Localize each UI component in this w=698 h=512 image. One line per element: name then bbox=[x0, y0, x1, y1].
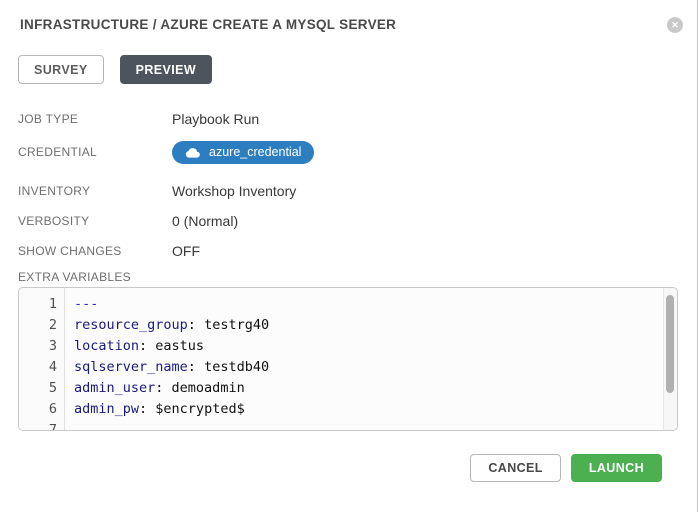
launch-preview-modal: INFRASTRUCTURE / AZURE CREATE A MYSQL SE… bbox=[0, 0, 698, 512]
field-label: INVENTORY bbox=[18, 184, 172, 198]
code-line: 6 admin_pw: $encrypted$ bbox=[19, 398, 677, 419]
tab-preview[interactable]: PREVIEW bbox=[120, 55, 212, 84]
credential-name: azure_credential bbox=[209, 145, 301, 159]
extra-variables-label: EXTRA VARIABLES bbox=[18, 270, 697, 284]
line-number: 6 bbox=[19, 401, 65, 417]
code-line: 3 location: eastus bbox=[19, 335, 677, 356]
field-label: CREDENTIAL bbox=[18, 145, 172, 159]
cancel-button[interactable]: CANCEL bbox=[470, 454, 560, 482]
editor-scrollbar[interactable] bbox=[663, 288, 677, 430]
editor-scrollbar-thumb[interactable] bbox=[666, 295, 674, 393]
field-row-inventory: INVENTORY Workshop Inventory bbox=[18, 176, 697, 206]
field-label: SHOW CHANGES bbox=[18, 244, 172, 258]
line-number: 4 bbox=[19, 359, 65, 375]
yaml-doc-start: --- bbox=[74, 296, 98, 312]
line-number: 1 bbox=[19, 296, 65, 312]
close-icon[interactable]: ✕ bbox=[667, 17, 683, 33]
field-value: OFF bbox=[172, 243, 200, 259]
field-value: Playbook Run bbox=[172, 111, 259, 127]
line-number: 3 bbox=[19, 338, 65, 354]
field-value: 0 (Normal) bbox=[172, 213, 238, 229]
modal-header: INFRASTRUCTURE / AZURE CREATE A MYSQL SE… bbox=[0, 0, 697, 33]
job-detail-fields: JOB TYPE Playbook Run CREDENTIAL azure_c… bbox=[18, 104, 697, 266]
code-line: 5 admin_user: demoadmin bbox=[19, 377, 677, 398]
field-label: VERBOSITY bbox=[18, 214, 172, 228]
field-row-credential: CREDENTIAL azure_credential bbox=[18, 134, 697, 170]
tab-survey[interactable]: SURVEY bbox=[18, 55, 104, 84]
field-row-show-changes: SHOW CHANGES OFF bbox=[18, 236, 697, 266]
field-row-verbosity: VERBOSITY 0 (Normal) bbox=[18, 206, 697, 236]
launch-button[interactable]: LAUNCH bbox=[571, 454, 662, 482]
line-number: 2 bbox=[19, 317, 65, 333]
code-line: 7 bbox=[19, 419, 677, 431]
code-line: 1 --- bbox=[19, 293, 677, 314]
code-lines: 1 --- 2 resource_group: testrg40 3 locat… bbox=[19, 288, 677, 431]
code-line: 2 resource_group: testrg40 bbox=[19, 314, 677, 335]
code-line: 4 sqlserver_name: testdb40 bbox=[19, 356, 677, 377]
line-number: 5 bbox=[19, 380, 65, 396]
field-label: JOB TYPE bbox=[18, 112, 172, 126]
modal-title: INFRASTRUCTURE / AZURE CREATE A MYSQL SE… bbox=[20, 17, 396, 33]
modal-footer: CANCEL LAUNCH bbox=[0, 454, 697, 482]
close-glyph: ✕ bbox=[671, 21, 679, 30]
modal-tabs: SURVEY PREVIEW bbox=[18, 55, 697, 84]
cloud-icon bbox=[185, 147, 201, 158]
credential-badge[interactable]: azure_credential bbox=[172, 141, 314, 164]
field-row-job-type: JOB TYPE Playbook Run bbox=[18, 104, 697, 134]
field-value: Workshop Inventory bbox=[172, 183, 296, 199]
line-number: 7 bbox=[19, 422, 65, 432]
extra-variables-editor[interactable]: 1 --- 2 resource_group: testrg40 3 locat… bbox=[18, 287, 678, 431]
